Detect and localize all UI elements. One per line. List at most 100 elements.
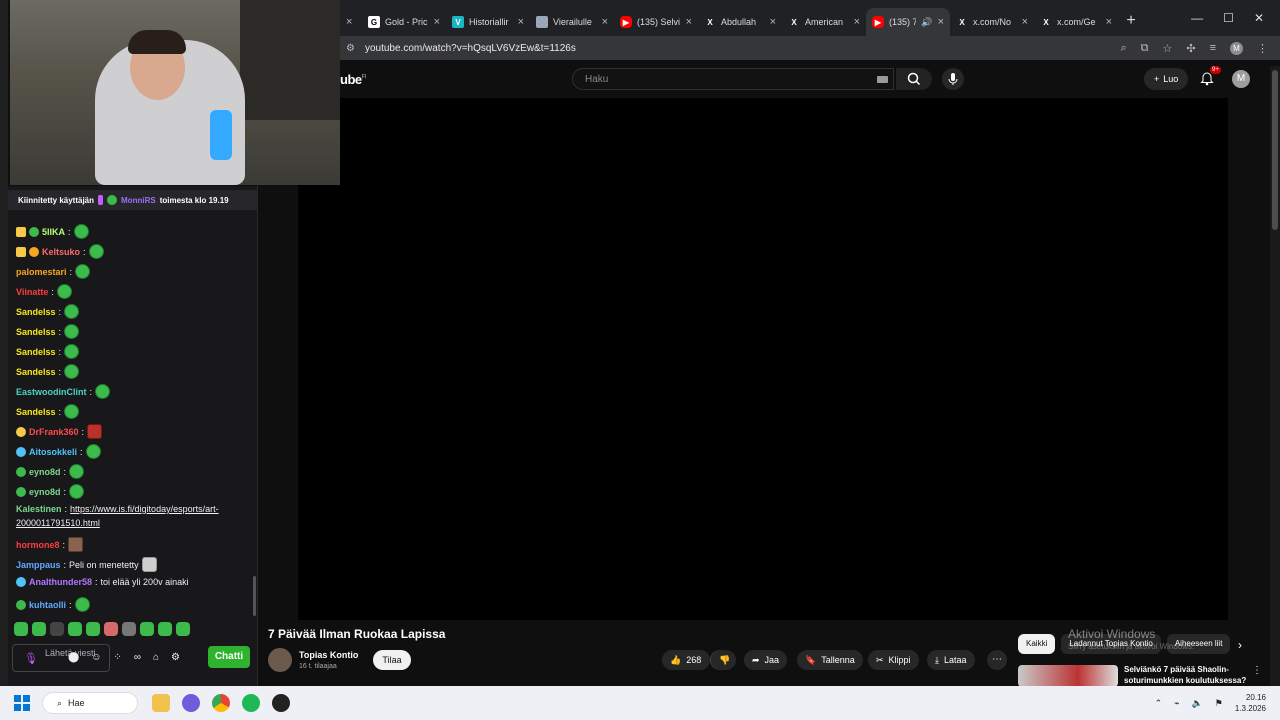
close-icon[interactable]: × <box>854 16 860 28</box>
keyboard-icon[interactable] <box>877 76 888 83</box>
tab-youtube-selvi[interactable]: ▶ (135) Selvi × <box>614 8 698 36</box>
account-avatar[interactable]: M <box>1232 70 1250 88</box>
close-icon[interactable]: × <box>1022 16 1028 28</box>
chevron-up-icon[interactable]: ⌃ <box>1155 698 1163 709</box>
install-app-icon[interactable]: ⧉ <box>1141 42 1149 55</box>
chat-link[interactable]: 2000011791510.html <box>16 518 100 528</box>
video-player[interactable] <box>298 98 1228 620</box>
new-tab-button[interactable]: + <box>1118 12 1144 30</box>
chat-username[interactable]: EastwoodinClint <box>16 387 87 397</box>
bluetooth-icon[interactable]: ⚑ <box>1215 698 1223 709</box>
channel-name[interactable]: Topias Kontio <box>299 650 358 660</box>
close-icon[interactable]: × <box>938 16 944 28</box>
speaker-icon[interactable]: 🔊 <box>921 17 932 28</box>
chat-username[interactable]: Sandelss <box>16 307 56 317</box>
subscribe-button[interactable]: Tilaa <box>373 650 411 670</box>
chat-scrollbar[interactable] <box>253 576 256 616</box>
maximize-icon[interactable]: ☐ <box>1223 11 1234 25</box>
emote-icon[interactable] <box>86 622 100 636</box>
chat-send-button[interactable]: Chatti <box>208 646 250 668</box>
pinned-message-bar[interactable]: Kiinnitetty käyttäjän MonniRS toimesta k… <box>8 190 258 210</box>
chevron-right-icon[interactable]: › <box>1238 638 1242 652</box>
emote-icon[interactable] <box>140 622 154 636</box>
tab-youtube-active[interactable]: ▶ (135) 7 🔊 × <box>866 8 950 36</box>
share-button[interactable]: ➦ Jaa <box>744 650 788 670</box>
scrollbar-thumb[interactable] <box>1272 70 1278 230</box>
close-icon[interactable]: × <box>686 16 692 28</box>
voice-search-button[interactable] <box>942 68 964 90</box>
create-button[interactable]: + Luo <box>1144 68 1189 90</box>
vertical-dots-icon[interactable]: ⋮ <box>1252 665 1262 676</box>
minimize-icon[interactable]: — <box>1191 11 1203 25</box>
infinity-icon[interactable]: ∞ <box>134 652 141 663</box>
chat-username[interactable]: Aitosokkeli <box>29 447 77 457</box>
download-button[interactable]: ⤓ Lataa <box>927 650 975 670</box>
url-field[interactable]: youtube.com/watch?v=hQsqLV6VzEw&t=1126s <box>365 43 576 54</box>
taskbar-clock[interactable]: 20.16 1.3.2026 <box>1235 692 1266 714</box>
pinned-user[interactable]: MonniRS <box>121 196 156 205</box>
chat-link[interactable]: https://www.is.fi/digitoday/esports/art- <box>70 504 219 514</box>
settings-gear-icon[interactable]: ⚙ <box>171 652 180 663</box>
media-controls-icon[interactable]: ≡ <box>1210 42 1216 55</box>
tab-partial[interactable]: × <box>340 8 362 36</box>
bookmark-star-icon[interactable]: ☆ <box>1162 42 1172 55</box>
like-button[interactable]: 👍 268 <box>662 650 710 670</box>
discord-icon[interactable] <box>182 694 200 712</box>
chat-username[interactable]: eyno8d <box>29 487 61 497</box>
tab-x-ge[interactable]: X x.com/Ge × <box>1034 8 1118 36</box>
emote-picker-icon[interactable]: ☺ <box>91 652 101 663</box>
recommended-video-thumbnail[interactable] <box>1018 665 1118 687</box>
tab-x-no[interactable]: X x.com/No × <box>950 8 1034 36</box>
search-input[interactable]: Haku <box>572 68 894 90</box>
tab-x-american[interactable]: X American × <box>782 8 866 36</box>
store-icon[interactable]: ⌂ <box>153 652 159 663</box>
save-button[interactable]: 🔖 Tallenna <box>797 650 863 670</box>
tab-x-abdullah[interactable]: X Abdullah × <box>698 8 782 36</box>
emote-icon[interactable] <box>122 622 136 636</box>
close-icon[interactable]: × <box>434 16 440 28</box>
close-window-icon[interactable]: ✕ <box>1254 11 1264 25</box>
close-icon[interactable]: × <box>770 16 776 28</box>
page-scrollbar[interactable] <box>1270 66 1280 686</box>
emote-icon[interactable] <box>68 622 82 636</box>
chat-username[interactable]: Sandelss <box>16 347 56 357</box>
dislike-button[interactable]: 👎 <box>710 650 736 670</box>
chat-username[interactable]: Sandelss <box>16 327 56 337</box>
chat-username[interactable]: Jamppaus <box>16 560 61 570</box>
obs-icon[interactable] <box>272 694 290 712</box>
emote-icon[interactable] <box>50 622 64 636</box>
emote-icon[interactable] <box>104 622 118 636</box>
youtube-logo[interactable]: ubeFI <box>340 72 367 87</box>
close-icon[interactable]: × <box>346 16 352 28</box>
chat-username[interactable]: palomestari <box>16 267 67 277</box>
close-icon[interactable]: × <box>1106 16 1112 28</box>
emote-icon[interactable] <box>32 622 46 636</box>
bits-icon[interactable]: ⬤ <box>68 652 79 663</box>
tab-vierailulle[interactable]: Vierailulle × <box>530 8 614 36</box>
chip-all[interactable]: Kaikki <box>1018 634 1056 654</box>
chat-username[interactable]: Keltsuko <box>42 247 80 257</box>
chat-username[interactable]: Kalestinen <box>16 504 62 514</box>
menu-dots-icon[interactable]: ⋮ <box>1257 42 1268 55</box>
network-icon[interactable]: ⌁ <box>1174 698 1179 709</box>
clip-button[interactable]: ✂ Klippi <box>868 650 919 670</box>
chat-username[interactable]: Sandelss <box>16 407 56 417</box>
taskbar-search[interactable]: ⌕ Hae <box>42 692 138 714</box>
chat-username[interactable]: hormone8 <box>16 540 60 550</box>
extensions-icon[interactable]: ✣ <box>1186 42 1195 55</box>
chat-username[interactable]: kuhtaolli <box>29 600 66 610</box>
more-actions-button[interactable]: ⋯ <box>987 650 1007 670</box>
profile-avatar[interactable]: M <box>1230 41 1243 55</box>
chat-username[interactable]: Sandelss <box>16 367 56 377</box>
mic-icon[interactable]: 🎙 <box>24 652 38 665</box>
chat-username[interactable]: Viinatte <box>16 287 48 297</box>
channel-avatar[interactable] <box>268 648 292 672</box>
chat-username[interactable]: DrFrank360 <box>29 427 79 437</box>
chat-username[interactable]: eyno8d <box>29 467 61 477</box>
close-icon[interactable]: × <box>518 16 524 28</box>
chat-username[interactable]: Analthunder58 <box>29 577 92 587</box>
search-button[interactable] <box>896 68 932 90</box>
tab-historialli[interactable]: V Historiallir × <box>446 8 530 36</box>
points-icon[interactable]: ⁘ <box>113 652 121 663</box>
file-explorer-icon[interactable] <box>152 694 170 712</box>
